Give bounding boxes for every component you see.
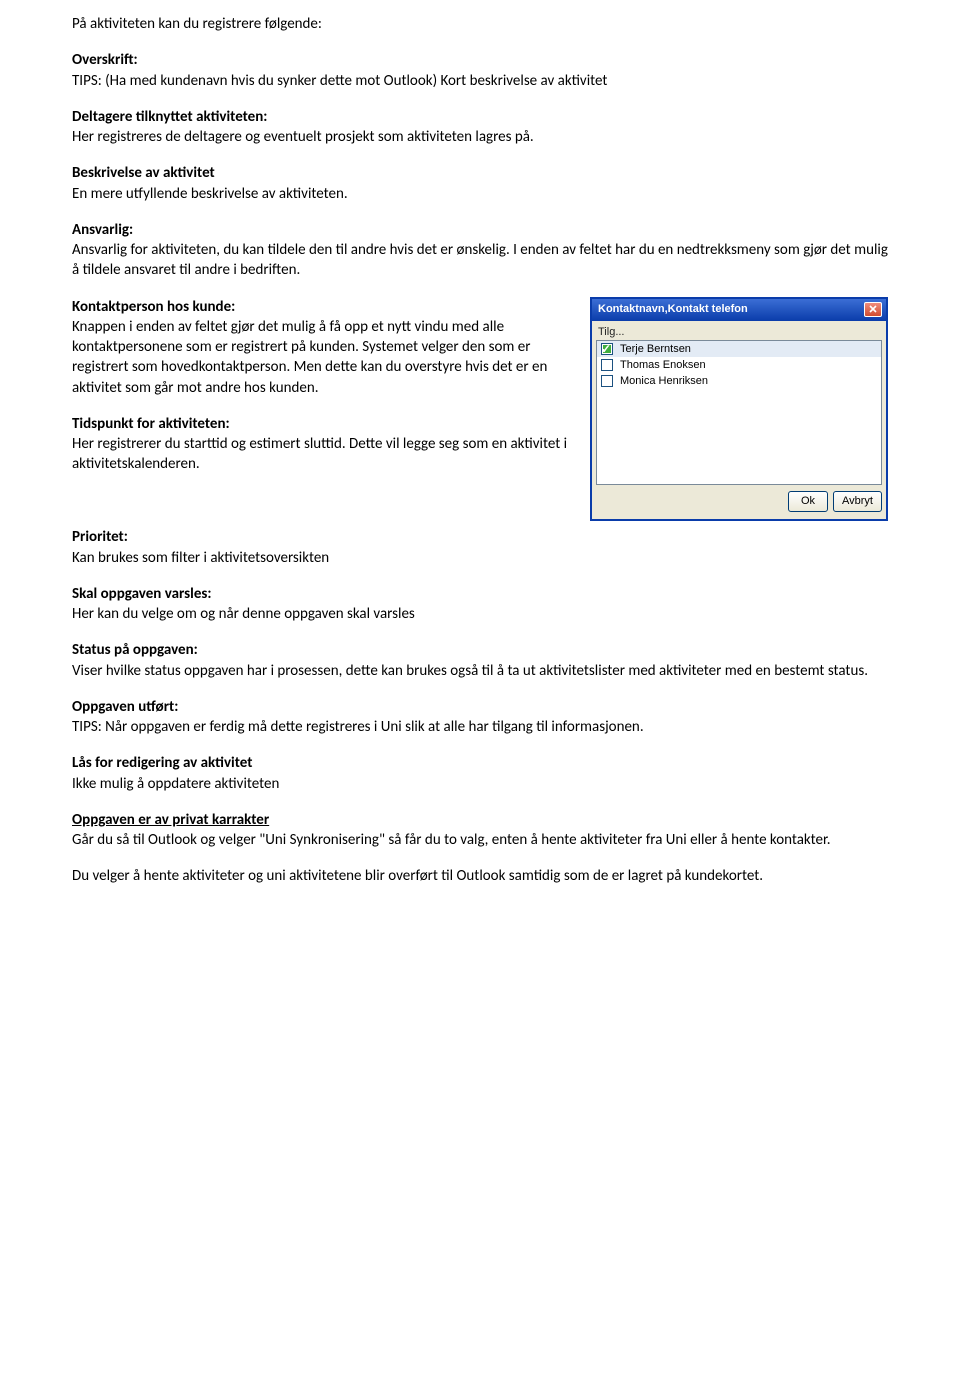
text-las: Ikke mulig å oppdatere aktiviteten (72, 774, 888, 794)
text-deltagere: Her registreres de deltagere og eventuel… (72, 127, 888, 147)
contact-name: Monica Henriksen (620, 374, 708, 389)
text-overskrift: TIPS: (Ha med kundenavn hvis du synker d… (72, 71, 888, 91)
close-icon[interactable] (864, 302, 882, 317)
popup-title-text: Kontaktnavn,Kontakt telefon (598, 304, 748, 315)
section-deltagere: Deltagere tilknyttet aktiviteten: Her re… (72, 107, 888, 148)
text-utfort: TIPS: Når oppgaven er ferdig må dette re… (72, 717, 888, 737)
section-prioritet: Prioritet: Kan brukes som filter i aktiv… (72, 527, 888, 568)
checkbox-icon[interactable] (601, 359, 613, 371)
contact-name: Terje Berntsen (620, 342, 691, 357)
label-varsles: Skal oppgaven varsles: (72, 584, 888, 604)
list-item[interactable]: Thomas Enoksen (597, 357, 881, 373)
contact-list[interactable]: Terje Berntsen Thomas Enoksen Monica Hen… (596, 340, 882, 485)
intro-paragraph: På aktiviteten kan du registrere følgend… (72, 14, 888, 34)
checkbox-icon[interactable] (601, 343, 613, 355)
checkbox-icon[interactable] (601, 375, 613, 387)
tilg-label: Tilg... (596, 325, 882, 341)
closing-paragraph: Du velger å hente aktiviteter og uni akt… (72, 866, 888, 886)
text-prioritet: Kan brukes som filter i aktivitetsoversi… (72, 548, 888, 568)
list-item[interactable]: Terje Berntsen (597, 341, 881, 357)
label-deltagere: Deltagere tilknyttet aktiviteten: (72, 107, 888, 127)
section-overskrift: Overskrift: TIPS: (Ha med kundenavn hvis… (72, 50, 888, 91)
label-utfort: Oppgaven utført: (72, 697, 888, 717)
text-ansvarlig: Ansvarlig for aktiviteten, du kan tildel… (72, 240, 888, 281)
section-status: Status på oppgaven: Viser hvilke status … (72, 640, 888, 681)
section-utfort: Oppgaven utført: TIPS: Når oppgaven er f… (72, 697, 888, 738)
label-status: Status på oppgaven: (72, 640, 888, 660)
label-las: Lås for redigering av aktivitet (72, 753, 888, 773)
cancel-button[interactable]: Avbryt (833, 491, 882, 512)
text-privat: Går du så til Outlook og velger "Uni Syn… (72, 830, 888, 850)
label-prioritet: Prioritet: (72, 527, 888, 547)
text-varsles: Her kan du velge om og når denne oppgave… (72, 604, 888, 624)
text-beskrivelse: En mere utfyllende beskrivelse av aktivi… (72, 184, 888, 204)
label-beskrivelse: Beskrivelse av aktivitet (72, 163, 888, 183)
list-item[interactable]: Monica Henriksen (597, 373, 881, 389)
label-overskrift: Overskrift: (72, 50, 888, 70)
ok-button[interactable]: Ok (788, 491, 828, 512)
section-varsles: Skal oppgaven varsles: Her kan du velge … (72, 584, 888, 625)
section-las: Lås for redigering av aktivitet Ikke mul… (72, 753, 888, 794)
contact-name: Thomas Enoksen (620, 358, 706, 373)
section-beskrivelse: Beskrivelse av aktivitet En mere utfylle… (72, 163, 888, 204)
section-ansvarlig: Ansvarlig: Ansvarlig for aktiviteten, du… (72, 220, 888, 281)
contact-popup-window: Kontaktnavn,Kontakt telefon Tilg... Terj… (590, 297, 888, 522)
text-status: Viser hvilke status oppgaven har i prose… (72, 661, 888, 681)
popup-titlebar: Kontaktnavn,Kontakt telefon (592, 299, 886, 321)
label-ansvarlig: Ansvarlig: (72, 220, 888, 240)
label-privat: Oppgaven er av privat karrakter (72, 810, 888, 830)
section-privat: Oppgaven er av privat karrakter Går du s… (72, 810, 888, 851)
